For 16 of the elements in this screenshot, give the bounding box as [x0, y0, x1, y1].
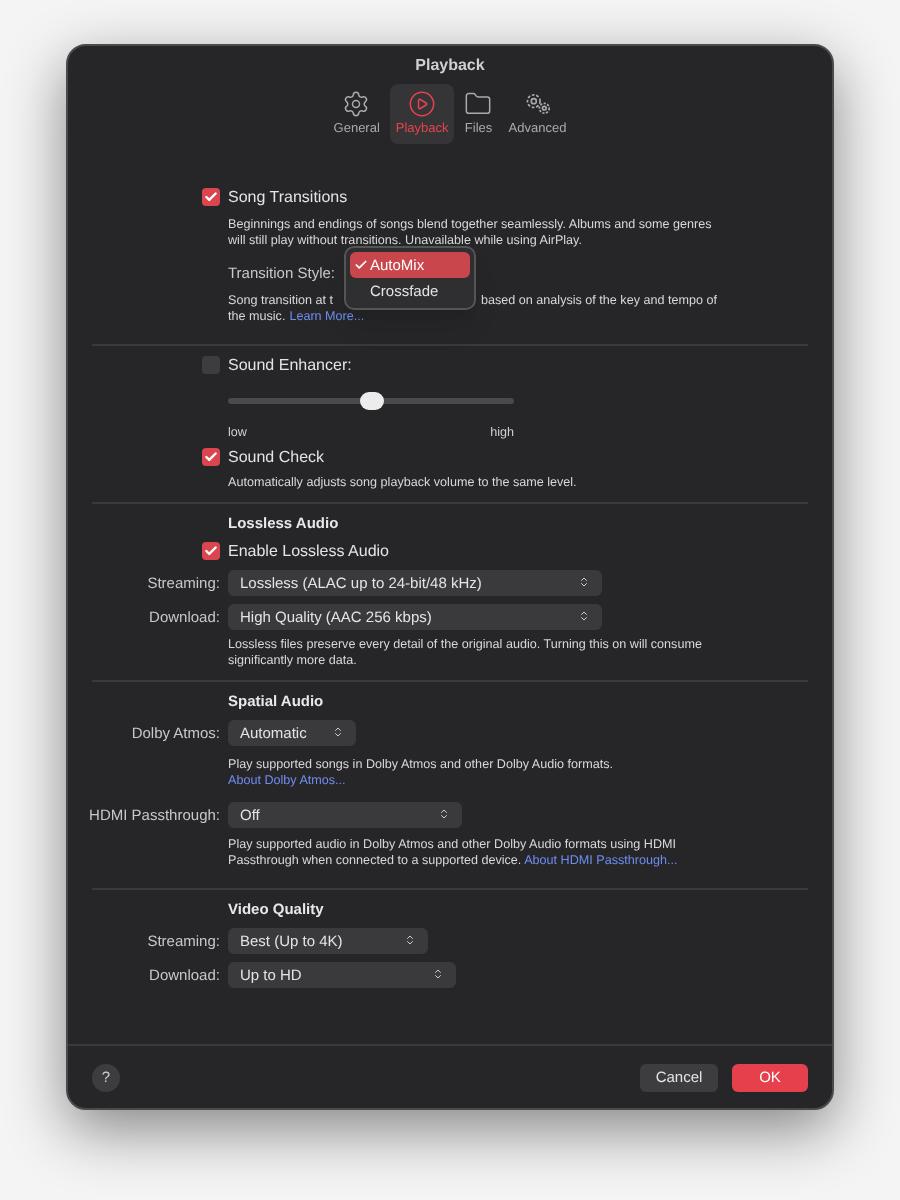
checkbox-label: Sound Check: [228, 445, 325, 470]
checkbox[interactable]: [202, 448, 220, 467]
folder-icon: [464, 90, 493, 118]
checkbox-label: Sound Enhancer:: [228, 353, 352, 378]
slider[interactable]: [228, 392, 514, 411]
checkbox[interactable]: [202, 188, 220, 207]
checkmark-icon: [354, 258, 368, 273]
checkbox[interactable]: [202, 356, 220, 375]
checkbox-label: Enable Lossless Audio: [228, 539, 389, 564]
window-title: Playback: [415, 54, 485, 78]
play-icon: [408, 90, 437, 118]
checkbox[interactable]: [202, 542, 220, 561]
gears-icon: [523, 90, 552, 118]
slider-thumb[interactable]: [359, 392, 383, 411]
gear-icon: [342, 90, 371, 118]
checkbox-label: Song Transitions: [228, 185, 348, 210]
